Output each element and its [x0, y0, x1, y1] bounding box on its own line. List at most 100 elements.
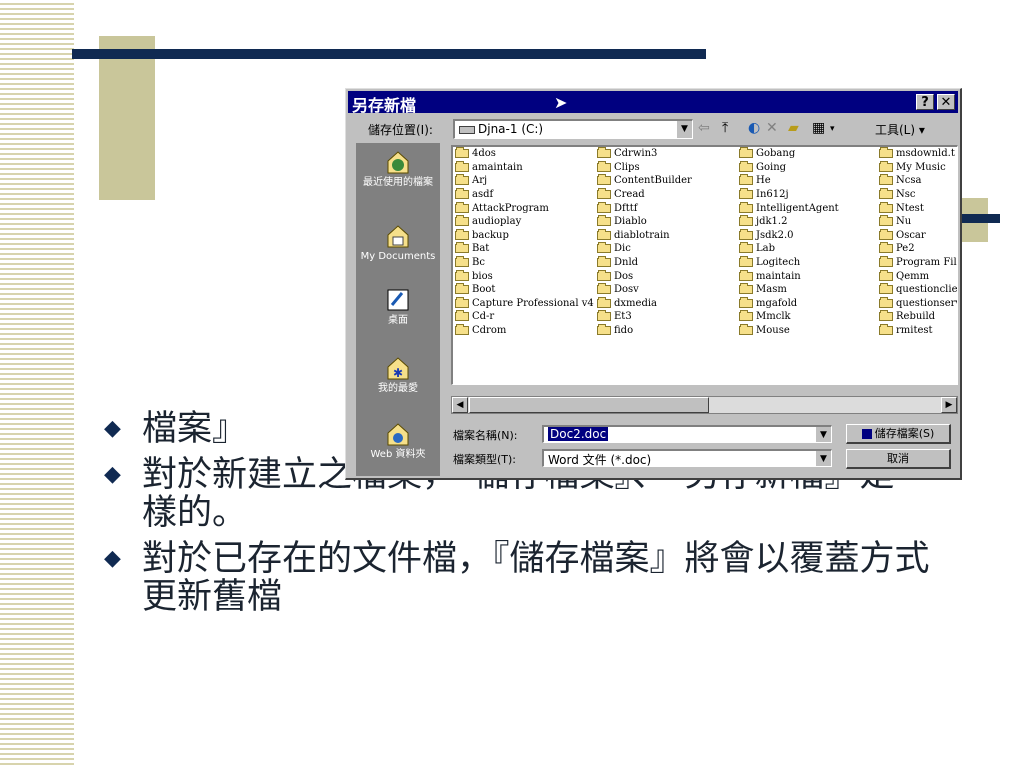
folder-item[interactable]: Capture Professional v4: [455, 296, 594, 311]
folder-item[interactable]: IntelligentAgent: [739, 201, 839, 215]
folder-item[interactable]: Jsdk2.0: [739, 228, 839, 243]
folder-item[interactable]: Dic: [597, 242, 692, 256]
folder-item[interactable]: Bc: [455, 256, 594, 270]
search-web-icon[interactable]: ◐: [748, 120, 760, 136]
folder-item[interactable]: Arj: [455, 174, 594, 188]
file-list[interactable]: 4dos amaintain Arj asdf AttackProgram audiopl…: [451, 145, 958, 385]
folder-item[interactable]: He: [739, 174, 839, 188]
places-my-documents[interactable]: My Documents: [356, 223, 440, 263]
folder-item[interactable]: Dos: [597, 269, 692, 283]
folder-item[interactable]: Mmclk: [739, 310, 839, 324]
filetype-label: 檔案類型(T):: [453, 453, 517, 466]
save-button[interactable]: 儲存檔案(S): [846, 424, 951, 444]
folder-item[interactable]: ContentBuilder: [597, 174, 692, 188]
views-dropdown-icon[interactable]: ▾: [830, 124, 835, 134]
folder-item[interactable]: Cd-r: [455, 310, 594, 324]
folder-item[interactable]: Ncsa: [879, 174, 957, 188]
up-folder-icon[interactable]: ⤒: [722, 120, 728, 136]
folder-item[interactable]: maintain: [739, 269, 839, 283]
chevron-down-icon[interactable]: ▼: [815, 451, 831, 466]
location-value: Djna-1 (C:): [459, 122, 543, 136]
places-recent[interactable]: 最近使用的檔案: [356, 149, 440, 189]
dialog-titlebar[interactable]: 另存新檔 ➤ ? ✕: [348, 91, 958, 115]
folder-item[interactable]: Cdrwin3: [597, 147, 692, 161]
svg-text:✱: ✱: [393, 366, 403, 380]
places-desktop[interactable]: 桌面: [356, 287, 440, 327]
folder-item[interactable]: Dfttf: [597, 201, 692, 215]
folder-item[interactable]: Program Fil: [879, 256, 957, 270]
folder-item[interactable]: Masm: [739, 283, 839, 297]
folder-item[interactable]: Diablo: [597, 215, 692, 229]
folder-item[interactable]: audioplay: [455, 215, 594, 229]
folder-item[interactable]: dxmedia: [597, 296, 692, 311]
folder-item[interactable]: Dosv: [597, 283, 692, 297]
folder-item[interactable]: My Music: [879, 160, 957, 175]
folder-icon: [879, 174, 893, 186]
folder-name: Bat: [472, 243, 490, 255]
scroll-left-icon[interactable]: ◀: [452, 397, 468, 413]
tools-menu[interactable]: 工具(L) ▾: [875, 121, 925, 138]
places-favorites[interactable]: ✱ 我的最愛: [356, 355, 440, 395]
folder-icon: [739, 256, 753, 268]
folder-item[interactable]: Mouse: [739, 324, 839, 338]
folder-item[interactable]: Rebuild: [879, 310, 957, 324]
folder-name: Ncsa: [896, 175, 922, 187]
folder-item[interactable]: questionserv: [879, 296, 957, 311]
chevron-down-icon[interactable]: ▼: [815, 427, 831, 442]
folder-icon: [455, 256, 469, 268]
folder-item[interactable]: Oscar: [879, 228, 957, 243]
folder-item[interactable]: backup: [455, 228, 594, 243]
folder-item[interactable]: Pe2: [879, 242, 957, 256]
folder-item[interactable]: Logitech: [739, 256, 839, 270]
folder-item[interactable]: Cdrom: [455, 324, 594, 338]
folder-name: dxmedia: [614, 297, 658, 309]
delete-icon[interactable]: ✕: [766, 120, 778, 136]
folder-item[interactable]: jdk1.2: [739, 215, 839, 229]
folder-icon: [597, 283, 611, 295]
folder-item[interactable]: rmitest: [879, 324, 957, 338]
folder-item[interactable]: Ntest: [879, 201, 957, 215]
folder-item[interactable]: diablotrain: [597, 228, 692, 243]
new-folder-icon[interactable]: ▰: [788, 120, 799, 136]
folder-item[interactable]: Boot: [455, 283, 594, 297]
chevron-down-icon[interactable]: ▼: [676, 121, 692, 138]
location-dropdown[interactable]: Djna-1 (C:) ▼: [453, 119, 693, 139]
folder-icon: [879, 160, 893, 172]
folder-item[interactable]: Lab: [739, 242, 839, 256]
horizontal-scrollbar[interactable]: ◀ ▶: [451, 396, 958, 414]
scroll-right-icon[interactable]: ▶: [941, 397, 957, 413]
folder-item[interactable]: mgafold: [739, 296, 839, 311]
folder-item[interactable]: Nu: [879, 215, 957, 229]
folder-item[interactable]: AttackProgram: [455, 201, 594, 215]
folder-item[interactable]: Nsc: [879, 188, 957, 202]
folder-item[interactable]: bios: [455, 269, 594, 283]
folder-item[interactable]: questionclie: [879, 283, 957, 297]
back-arrow-icon[interactable]: ⇦: [698, 120, 710, 136]
close-button[interactable]: ✕: [937, 94, 955, 110]
folder-item[interactable]: Gobang: [739, 147, 839, 161]
folder-item[interactable]: Clips: [597, 160, 692, 175]
places-web-folders[interactable]: Web 資料夾: [356, 421, 440, 461]
folder-item[interactable]: Going: [739, 160, 839, 175]
folder-item[interactable]: Dnld: [597, 256, 692, 270]
diamond-bullet-icon: ◆: [104, 462, 121, 487]
cancel-button[interactable]: 取消: [846, 449, 951, 469]
scroll-thumb[interactable]: [469, 397, 709, 413]
folder-item[interactable]: Qemm: [879, 269, 957, 283]
views-icon[interactable]: ▦: [812, 120, 825, 136]
folder-item[interactable]: In612j: [739, 188, 839, 202]
folder-item[interactable]: Bat: [455, 242, 594, 256]
folder-item[interactable]: amaintain: [455, 160, 594, 175]
folder-item[interactable]: Cread: [597, 188, 692, 202]
folder-item[interactable]: fido: [597, 324, 692, 338]
filetype-dropdown[interactable]: Word 文件 (*.doc) ▼: [542, 449, 832, 467]
folder-item[interactable]: 4dos: [455, 147, 594, 161]
folder-item[interactable]: Et3: [597, 310, 692, 324]
folder-icon: [739, 296, 753, 308]
folder-item[interactable]: msdownld.t: [879, 147, 957, 161]
folder-icon: [597, 188, 611, 200]
filename-input[interactable]: Doc2.doc ▼: [542, 425, 832, 443]
help-button[interactable]: ?: [916, 94, 934, 110]
places-bar: 最近使用的檔案 My Documents 桌面 ✱ 我的最愛 Web 資料夾: [356, 143, 440, 476]
folder-item[interactable]: asdf: [455, 188, 594, 202]
